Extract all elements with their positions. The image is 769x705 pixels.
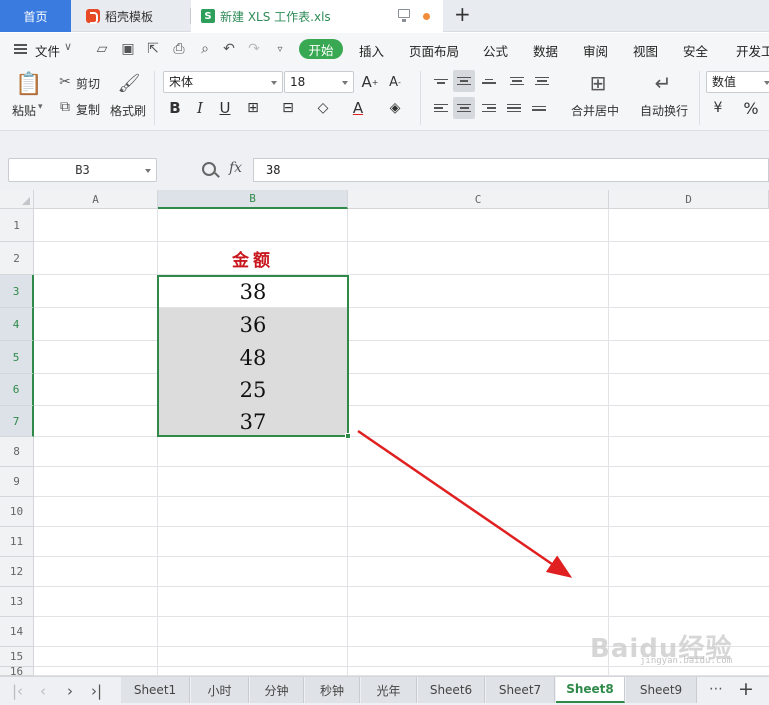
increase-indent-icon[interactable] — [531, 70, 553, 92]
docer-logo-icon — [86, 9, 100, 24]
scissors-icon[interactable]: ✂ — [57, 74, 73, 90]
bold-icon[interactable]: B — [165, 98, 185, 118]
sheet-tab-8[interactable]: Sheet8 — [556, 677, 625, 703]
spreadsheet-grid[interactable]: A B C D 1 2 3 4 5 6 7 8 9 10 11 12 13 14 15 16 金额 38 36… — [0, 190, 769, 676]
baidu-watermark-url: jingyan.baidu.com — [640, 656, 733, 666]
tab-home[interactable]: 首页 — [0, 0, 71, 32]
print-preview-icon[interactable]: ⌕ — [197, 41, 213, 57]
export-icon[interactable]: ⇱ — [145, 41, 161, 57]
fill-color-icon[interactable]: ◇ — [313, 98, 333, 118]
cut-button[interactable]: 剪切 — [76, 75, 100, 92]
next-sheet-icon[interactable]: › — [67, 682, 73, 700]
quick-access-dropdown-icon[interactable]: ▿ — [272, 41, 288, 57]
align-middle-icon[interactable] — [453, 70, 475, 92]
sheet-tab-7[interactable]: Sheet7 — [486, 677, 555, 703]
last-sheet-icon[interactable]: ›| — [91, 682, 102, 700]
distributed-align-icon[interactable] — [528, 97, 550, 119]
tab-docer-label: 稻壳模板 — [105, 9, 154, 24]
add-sheet-button[interactable]: + — [738, 678, 754, 700]
align-center-icon[interactable] — [453, 97, 475, 119]
chevron-down-icon[interactable]: ∨ — [64, 40, 72, 53]
align-bottom-icon[interactable] — [478, 70, 500, 92]
menu-insert[interactable]: 插入 — [359, 41, 384, 60]
increase-font-size-icon[interactable]: A + — [360, 72, 380, 92]
clear-format-icon[interactable]: ◈ — [385, 98, 405, 118]
tab-document-label: 新建 XLS 工作表.xls — [220, 9, 331, 24]
sheet-tab-2[interactable]: 小时 — [191, 677, 249, 703]
copy-button[interactable]: 复制 — [76, 101, 100, 118]
sheet-tab-6[interactable]: Sheet6 — [418, 677, 485, 703]
align-top-icon[interactable] — [430, 70, 452, 92]
monitor-icon[interactable] — [398, 9, 410, 22]
hamburger-icon[interactable] — [14, 44, 27, 54]
menu-view[interactable]: 视图 — [633, 41, 658, 60]
menu-review[interactable]: 审阅 — [583, 41, 608, 60]
number-format-select[interactable]: 数值 — [706, 71, 769, 93]
annotation-arrow — [357, 429, 573, 578]
menu-start[interactable]: 开始 — [299, 39, 343, 59]
ribbon-divider — [699, 71, 700, 125]
ribbon-divider — [154, 71, 155, 125]
first-sheet-icon[interactable]: |‹ — [12, 682, 23, 700]
font-name-select[interactable]: 宋体 — [163, 71, 283, 93]
unsaved-indicator-icon — [423, 13, 430, 20]
underline-icon[interactable]: U — [215, 98, 235, 118]
more-sheets-icon[interactable]: ⋯ — [709, 681, 723, 697]
font-size-select[interactable]: 18 — [284, 71, 354, 93]
cell-style-icon[interactable]: ⊟ — [278, 98, 298, 118]
align-left-icon[interactable] — [430, 97, 452, 119]
copy-icon[interactable]: ⧉ — [57, 99, 73, 115]
format-painter-button[interactable]: 格式刷 — [110, 102, 146, 119]
paste-button[interactable]: 粘贴 — [12, 102, 36, 119]
spreadsheet-file-icon: S — [201, 9, 215, 23]
sheet-tab-4[interactable]: 秒钟 — [305, 677, 360, 703]
tab-docer-templates[interactable]: 稻壳模板 — [72, 0, 190, 32]
undo-icon[interactable]: ↶ — [221, 41, 237, 57]
sheet-tab-bar: |‹ ‹ › ›| Sheet1 小时 分钟 秒钟 光年 Sheet6 Sheet7 Shee… — [0, 676, 769, 705]
red-arrow-line — [357, 429, 573, 578]
sheet-tab-5[interactable]: 光年 — [361, 677, 417, 703]
font-color-icon[interactable]: A — [348, 98, 368, 118]
menu-developer[interactable]: 开发工 — [736, 41, 769, 60]
open-folder-icon[interactable]: ▱ — [94, 41, 110, 57]
formula-input[interactable]: 38 — [253, 158, 769, 182]
justify-icon[interactable] — [503, 97, 525, 119]
menu-formulas[interactable]: 公式 — [483, 41, 508, 60]
save-icon[interactable]: ▣ — [120, 41, 136, 57]
menu-file[interactable]: 文件 — [35, 41, 60, 60]
paste-icon[interactable]: 📋 — [15, 71, 42, 97]
currency-icon[interactable]: ¥ — [708, 98, 728, 118]
new-tab-button[interactable]: + — [454, 2, 471, 26]
decrease-indent-icon[interactable] — [506, 70, 528, 92]
borders-icon[interactable]: ⊞ — [243, 98, 263, 118]
fx-icon[interactable]: fx — [229, 160, 242, 176]
ribbon-divider — [420, 71, 421, 125]
merge-center-button[interactable]: 合并居中 — [571, 102, 619, 119]
italic-icon[interactable]: I — [190, 98, 210, 118]
sheet-tab-9[interactable]: Sheet9 — [626, 677, 697, 703]
align-right-icon[interactable] — [478, 97, 500, 119]
print-icon[interactable]: ⎙ — [171, 41, 187, 57]
sheet-tab-1[interactable]: Sheet1 — [121, 677, 190, 703]
merge-cells-icon[interactable]: ⊞ — [585, 71, 611, 95]
sheet-tab-3[interactable]: 分钟 — [250, 677, 304, 703]
decrease-font-size-icon[interactable]: A- — [385, 72, 405, 92]
redo-icon[interactable]: ↷ — [246, 41, 262, 57]
wrap-text-icon[interactable]: ↵ — [650, 71, 676, 95]
menu-data[interactable]: 数据 — [533, 41, 558, 60]
name-box[interactable]: B3 — [8, 158, 157, 182]
formula-bar: B3 fx 38 — [0, 131, 769, 190]
paste-dropdown-icon[interactable]: ▾ — [38, 102, 43, 112]
tab-home-label: 首页 — [23, 9, 48, 24]
percent-icon[interactable]: % — [741, 98, 761, 118]
tab-bar: 首页 稻壳模板 S 新建 XLS 工作表.xls + — [0, 0, 769, 32]
menu-page-layout[interactable]: 页面布局 — [409, 41, 459, 60]
menu-bar: 文件 ∨ ▱ ▣ ⇱ ⎙ ⌕ ↶ ↷ ▿ 开始 插入 页面布局 公式 数据 审阅… — [0, 33, 769, 65]
wrap-text-button[interactable]: 自动换行 — [640, 102, 688, 119]
zoom-icon[interactable] — [202, 162, 216, 176]
previous-sheet-icon[interactable]: ‹ — [40, 682, 46, 700]
ribbon-toolbar: 📋 粘贴 ▾ ✂ 剪切 ⧉ 复制 🖌 格式刷 宋体 18 A + A- B I U… — [0, 65, 769, 131]
format-painter-icon[interactable]: 🖌 — [118, 71, 141, 95]
menu-security[interactable]: 安全 — [683, 41, 708, 60]
